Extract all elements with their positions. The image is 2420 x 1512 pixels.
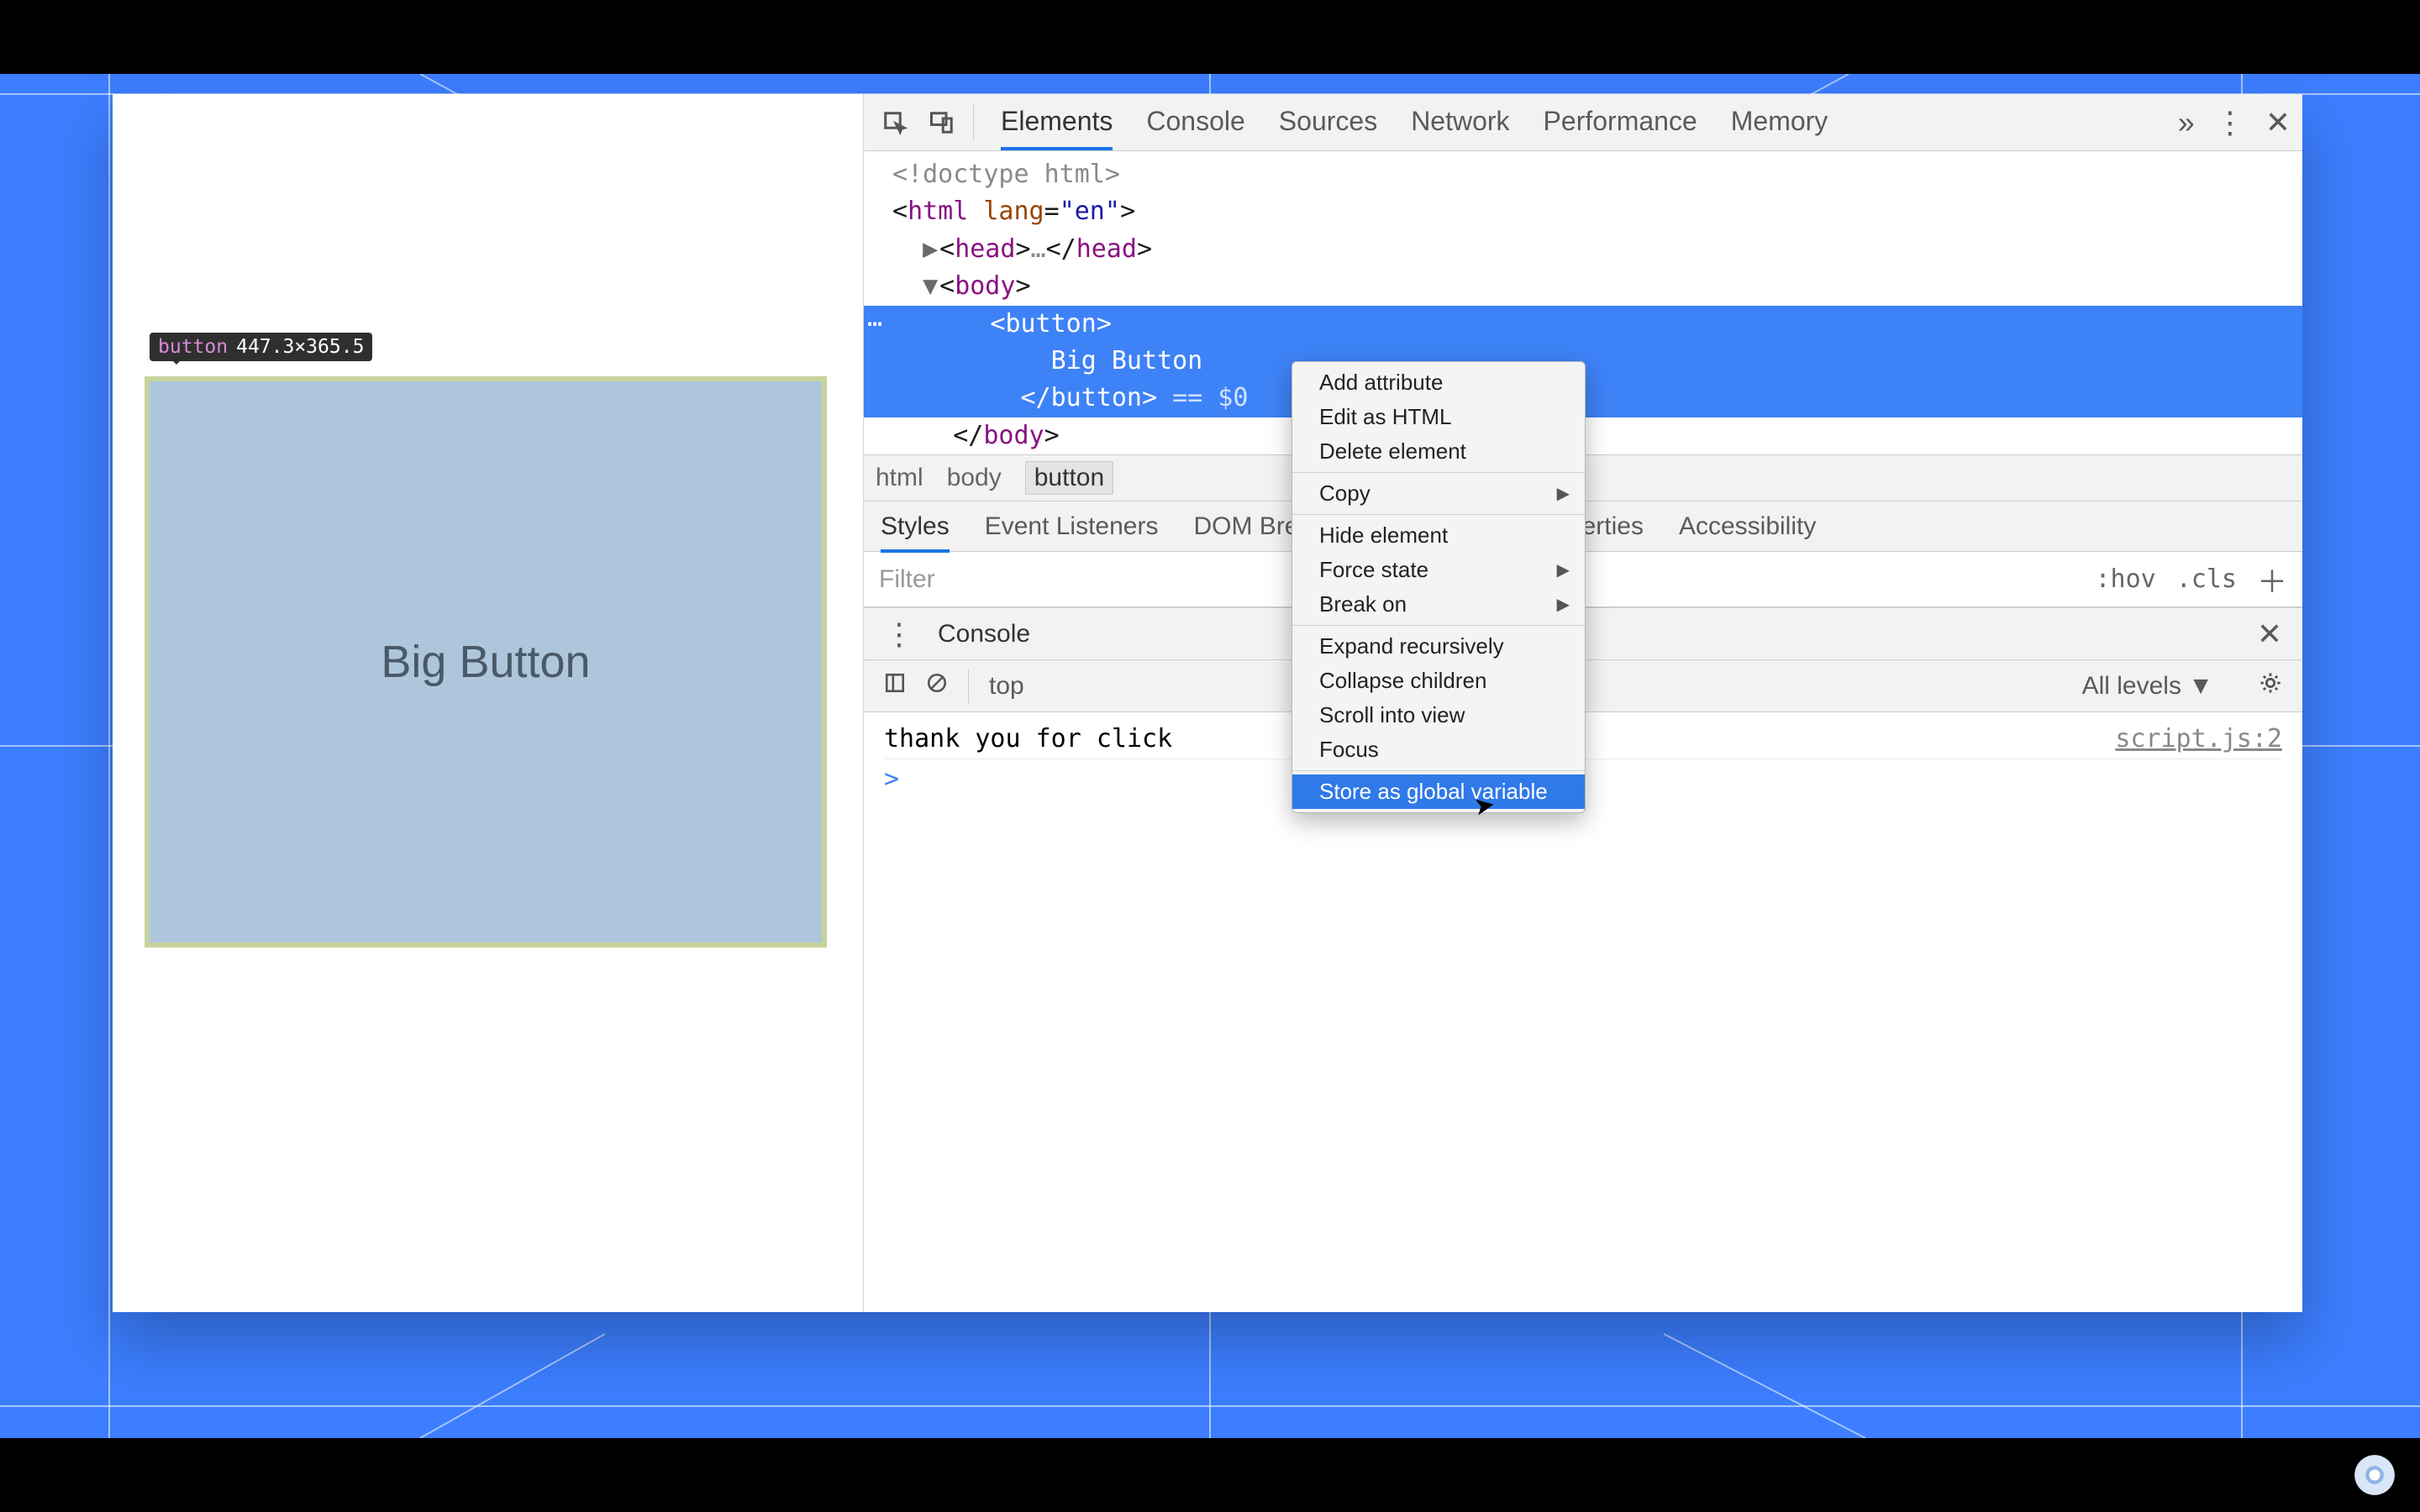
- dom-body-open[interactable]: ▼<body>: [886, 268, 2302, 305]
- context-menu-item[interactable]: Force state ▶: [1292, 553, 1585, 587]
- context-menu-item[interactable]: Delete element: [1292, 434, 1585, 469]
- dom-body-close[interactable]: </body>: [886, 417, 2302, 454]
- dom-html-open[interactable]: <html lang="en">: [886, 193, 2302, 230]
- console-message-source[interactable]: script.js:2: [2115, 724, 2282, 753]
- context-menu-item[interactable]: Copy ▶: [1292, 476, 1585, 511]
- context-menu-label: Hide element: [1319, 522, 1448, 549]
- context-menu-label: Edit as HTML: [1319, 404, 1452, 430]
- submenu-arrow-icon: ▶: [1557, 559, 1570, 580]
- context-menu-label: Force state: [1319, 557, 1428, 583]
- context-menu-item[interactable]: Edit as HTML: [1292, 400, 1585, 434]
- tab-memory[interactable]: Memory: [1731, 94, 1828, 150]
- console-context[interactable]: top: [989, 672, 1024, 701]
- crumb-html[interactable]: html: [876, 464, 923, 492]
- new-style-rule-icon[interactable]: ＋: [2257, 558, 2287, 601]
- context-menu-label: Copy: [1319, 480, 1370, 507]
- context-menu[interactable]: Add attribute Edit as HTML Delete element C…: [1292, 361, 1586, 813]
- context-menu-label: Expand recursively: [1319, 633, 1504, 659]
- context-menu-label: Delete element: [1319, 438, 1466, 465]
- context-menu-separator: [1292, 770, 1585, 771]
- submenu-arrow-icon: ▶: [1557, 483, 1570, 504]
- context-menu-item[interactable]: Scroll into view: [1292, 698, 1585, 732]
- close-devtools-icon[interactable]: ✕: [2265, 108, 2291, 138]
- context-menu-label: Break on: [1319, 591, 1407, 617]
- context-menu-separator: [1292, 472, 1585, 473]
- console-sidebar-icon[interactable]: [884, 672, 906, 701]
- console-tab[interactable]: Console: [938, 620, 1030, 648]
- chrome-logo-icon: [2353, 1453, 2396, 1497]
- toolbar-divider: [973, 105, 974, 140]
- crumb-button[interactable]: button: [1025, 461, 1113, 495]
- selected-marker-icon: ⋯: [867, 306, 882, 343]
- context-menu-item[interactable]: Store as global variable: [1292, 774, 1585, 809]
- context-menu-item[interactable]: Hide element: [1292, 518, 1585, 553]
- element-tooltip: button 447.3×365.5: [150, 333, 372, 361]
- context-menu-item[interactable]: Add attribute: [1292, 365, 1585, 400]
- subtab-event-listeners[interactable]: Event Listeners: [985, 501, 1159, 553]
- console-settings-icon[interactable]: [2259, 671, 2282, 701]
- tab-sources[interactable]: Sources: [1279, 94, 1377, 150]
- inspect-icon[interactable]: [879, 107, 911, 139]
- dom-doctype[interactable]: <!doctype html>: [886, 156, 2302, 193]
- browser-window: button 447.3×365.5 Big Button Elements: [113, 94, 2302, 1312]
- hov-toggle[interactable]: :hov: [2095, 564, 2155, 594]
- tab-performance[interactable]: Performance: [1544, 94, 1697, 150]
- tooltip-dimensions: 447.3×365.5: [236, 336, 364, 358]
- context-menu-label: Scroll into view: [1319, 702, 1465, 728]
- tab-elements[interactable]: Elements: [1001, 94, 1113, 150]
- submenu-arrow-icon: ▶: [1557, 594, 1570, 615]
- context-menu-label: Store as global variable: [1319, 779, 1548, 805]
- clear-console-icon[interactable]: [926, 672, 948, 701]
- context-menu-label: Focus: [1319, 737, 1379, 763]
- kebab-menu-icon[interactable]: ⋮: [2215, 108, 2245, 138]
- tooltip-tag: button: [158, 336, 228, 358]
- console-level-filter[interactable]: All levels ▼: [2082, 672, 2213, 701]
- dom-head[interactable]: ▶<head>…</head>: [886, 231, 2302, 268]
- context-menu-item[interactable]: Break on ▶: [1292, 587, 1585, 622]
- context-menu-label: Collapse children: [1319, 668, 1486, 694]
- context-menu-separator: [1292, 514, 1585, 515]
- cls-toggle[interactable]: .cls: [2176, 564, 2237, 594]
- context-menu-item[interactable]: Expand recursively: [1292, 629, 1585, 664]
- device-toggle-icon[interactable]: [926, 107, 958, 139]
- context-menu-item[interactable]: Focus: [1292, 732, 1585, 767]
- context-menu-label: Add attribute: [1319, 370, 1443, 396]
- subtab-accessibility[interactable]: Accessibility: [1679, 501, 1816, 553]
- rendered-page: button 447.3×365.5 Big Button: [113, 94, 864, 1312]
- context-menu-separator: [1292, 625, 1585, 626]
- devtools-panel: Elements Console Sources Network Perform…: [864, 94, 2302, 1312]
- more-tabs-icon[interactable]: »: [2178, 108, 2195, 138]
- big-button[interactable]: Big Button: [145, 376, 827, 948]
- crumb-body[interactable]: body: [947, 464, 1002, 492]
- subtab-styles[interactable]: Styles: [881, 501, 950, 553]
- devtools-toolbar: Elements Console Sources Network Perform…: [864, 94, 2302, 151]
- big-button-label: Big Button: [381, 636, 590, 688]
- tab-network[interactable]: Network: [1411, 94, 1509, 150]
- tab-console[interactable]: Console: [1146, 94, 1244, 150]
- console-message-text: thank you for click: [884, 724, 1172, 753]
- drawer-kebab-icon[interactable]: ⋮: [884, 619, 914, 649]
- devtools-tabs: Elements Console Sources Network Perform…: [1001, 94, 2163, 150]
- close-drawer-icon[interactable]: ✕: [2257, 619, 2282, 649]
- context-menu-item[interactable]: Collapse children: [1292, 664, 1585, 698]
